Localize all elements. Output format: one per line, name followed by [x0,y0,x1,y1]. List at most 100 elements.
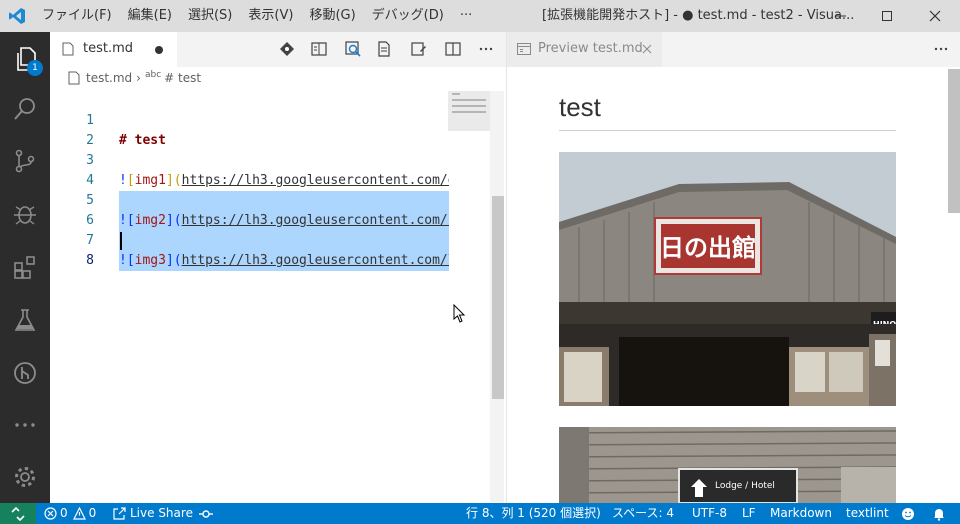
menu-debug[interactable]: デバッグ(D) [364,0,452,32]
encoding[interactable]: UTF-8 [692,503,727,524]
minimize-button[interactable] [818,0,864,32]
notifications-button[interactable] [932,503,946,524]
language-mode[interactable]: Markdown [770,503,832,524]
breadcrumb-symbol[interactable]: # test [164,71,201,85]
indentation[interactable]: スペース: 4 [612,503,674,524]
file-icon [68,71,80,85]
code-line: 8 [50,231,490,268]
window-title: [拡張機能開発ホスト] - ● test.md - test2 - Visua.… [542,8,855,23]
split-editor-icon [445,42,461,56]
warning-icon [72,507,86,520]
preview-icon [517,43,531,55]
ellipsis-icon [15,423,35,427]
menu-selection[interactable]: 選択(S) [180,0,240,32]
find-in-preview-button[interactable] [344,40,362,58]
remote-indicator-button[interactable] [0,503,36,524]
preview-scrollbar-thumb[interactable] [948,69,960,213]
close-icon[interactable] [642,44,652,54]
code-line: 2 [50,111,490,148]
feedback-button[interactable] [901,503,915,524]
close-window-button[interactable] [912,0,958,32]
breadcrumb-file[interactable]: test.md [86,71,132,85]
live-share-label: Live Share [130,506,193,520]
split-editor-button[interactable] [444,40,462,58]
gitlens-view-button[interactable] [0,348,50,398]
ellipsis-icon [479,47,493,51]
minimap-line [452,93,460,95]
bell-icon [934,508,944,521]
error-icon [44,507,57,520]
explorer-badge: 1 [27,60,43,76]
open-changes-button[interactable] [278,40,296,58]
cursor-position[interactable]: 行 8、列 1 (520 個選択) [466,503,601,524]
minimize-icon [836,15,846,17]
minimap-line [452,111,486,113]
git-compare-icon [280,42,294,56]
debug-view-button[interactable] [0,189,50,239]
title-bar: ファイル(F) 編集(E) 選択(S) 表示(V) 移動(G) デバッグ(D) … [0,0,960,32]
warning-count: 0 [88,506,97,520]
test-view-button[interactable] [0,295,50,345]
preview-image-1: 日の出館 HINODE [559,152,896,406]
close-icon [929,10,941,22]
code-line: 1 # test [50,91,490,148]
unsaved-dot-icon[interactable] [154,45,164,55]
settings-button[interactable] [0,452,50,502]
minimap-line [452,99,486,101]
source-control-icon [15,149,35,173]
line-number: 8 [86,253,94,268]
search-view-button[interactable] [0,84,50,134]
search-preview-icon [345,41,361,57]
sync-button[interactable] [199,503,213,524]
preview-editor-group: Preview test.md test 日の出館 HINODE [507,32,960,503]
smiley-icon [902,507,914,520]
problems-button[interactable]: 0 0 [44,503,96,524]
ellipsis-icon [934,47,948,51]
code-line: 6 [50,191,490,228]
preview-more-actions-button[interactable] [932,40,950,58]
image-url[interactable]: https://lh3.googleusercontent.com/l [182,253,449,268]
mouse-pointer-icon [453,304,466,323]
menu-file[interactable]: ファイル(F) [34,0,120,32]
menu-go[interactable]: 移動(G) [301,0,363,32]
document-icon [378,41,390,57]
vertical-scrollbar-thumb[interactable] [492,196,504,399]
editor-tab-bar: test.md [50,32,506,67]
open-preview-button[interactable] [410,40,428,58]
markdown-editor-group: test.md test.md › abc # test 1 # test 2 … [50,32,506,503]
preview-tab-bar: Preview test.md [507,32,960,67]
remote-icon [11,506,25,521]
file-icon [62,42,74,56]
preview-heading: test [559,92,601,122]
open-preview-side-button[interactable] [310,40,328,58]
live-share-icon [113,507,126,520]
tab-test-md[interactable]: test.md [50,32,177,67]
tab-preview-test-md[interactable]: Preview test.md [507,32,662,67]
code-line: 3 ![img1](https://lh3.googleusercontent.… [50,131,490,188]
chevron-right-icon: › [136,71,141,85]
minimap[interactable] [448,91,490,131]
preview-side-icon [311,42,327,56]
sign-text: 日の出館 [660,234,756,262]
menu-more[interactable]: ··· [452,0,480,32]
menu-bar: ファイル(F) 編集(E) 選択(S) 表示(V) 移動(G) デバッグ(D) … [34,0,480,32]
git-history-icon [14,362,36,384]
menu-edit[interactable]: 編集(E) [120,0,180,32]
search-icon [14,98,35,120]
editor-more-actions-button[interactable] [477,40,495,58]
debug-icon [14,206,36,225]
code-line: 4 [50,151,490,188]
document-button[interactable] [375,40,393,58]
menu-view[interactable]: 表示(V) [240,0,301,32]
sign3-text: Lodge / Hotel [715,481,775,491]
explorer-button[interactable]: 1 [0,34,50,84]
error-count: 0 [60,506,68,520]
textlint-status[interactable]: textlint [846,503,889,524]
line-ending[interactable]: LF [742,503,756,524]
live-share-button[interactable]: Live Share [113,503,193,524]
source-control-button[interactable] [0,136,50,186]
preview-icon [411,42,426,56]
extensions-view-button[interactable] [0,242,50,292]
maximize-button[interactable] [864,0,910,32]
more-views-button[interactable] [0,400,50,450]
